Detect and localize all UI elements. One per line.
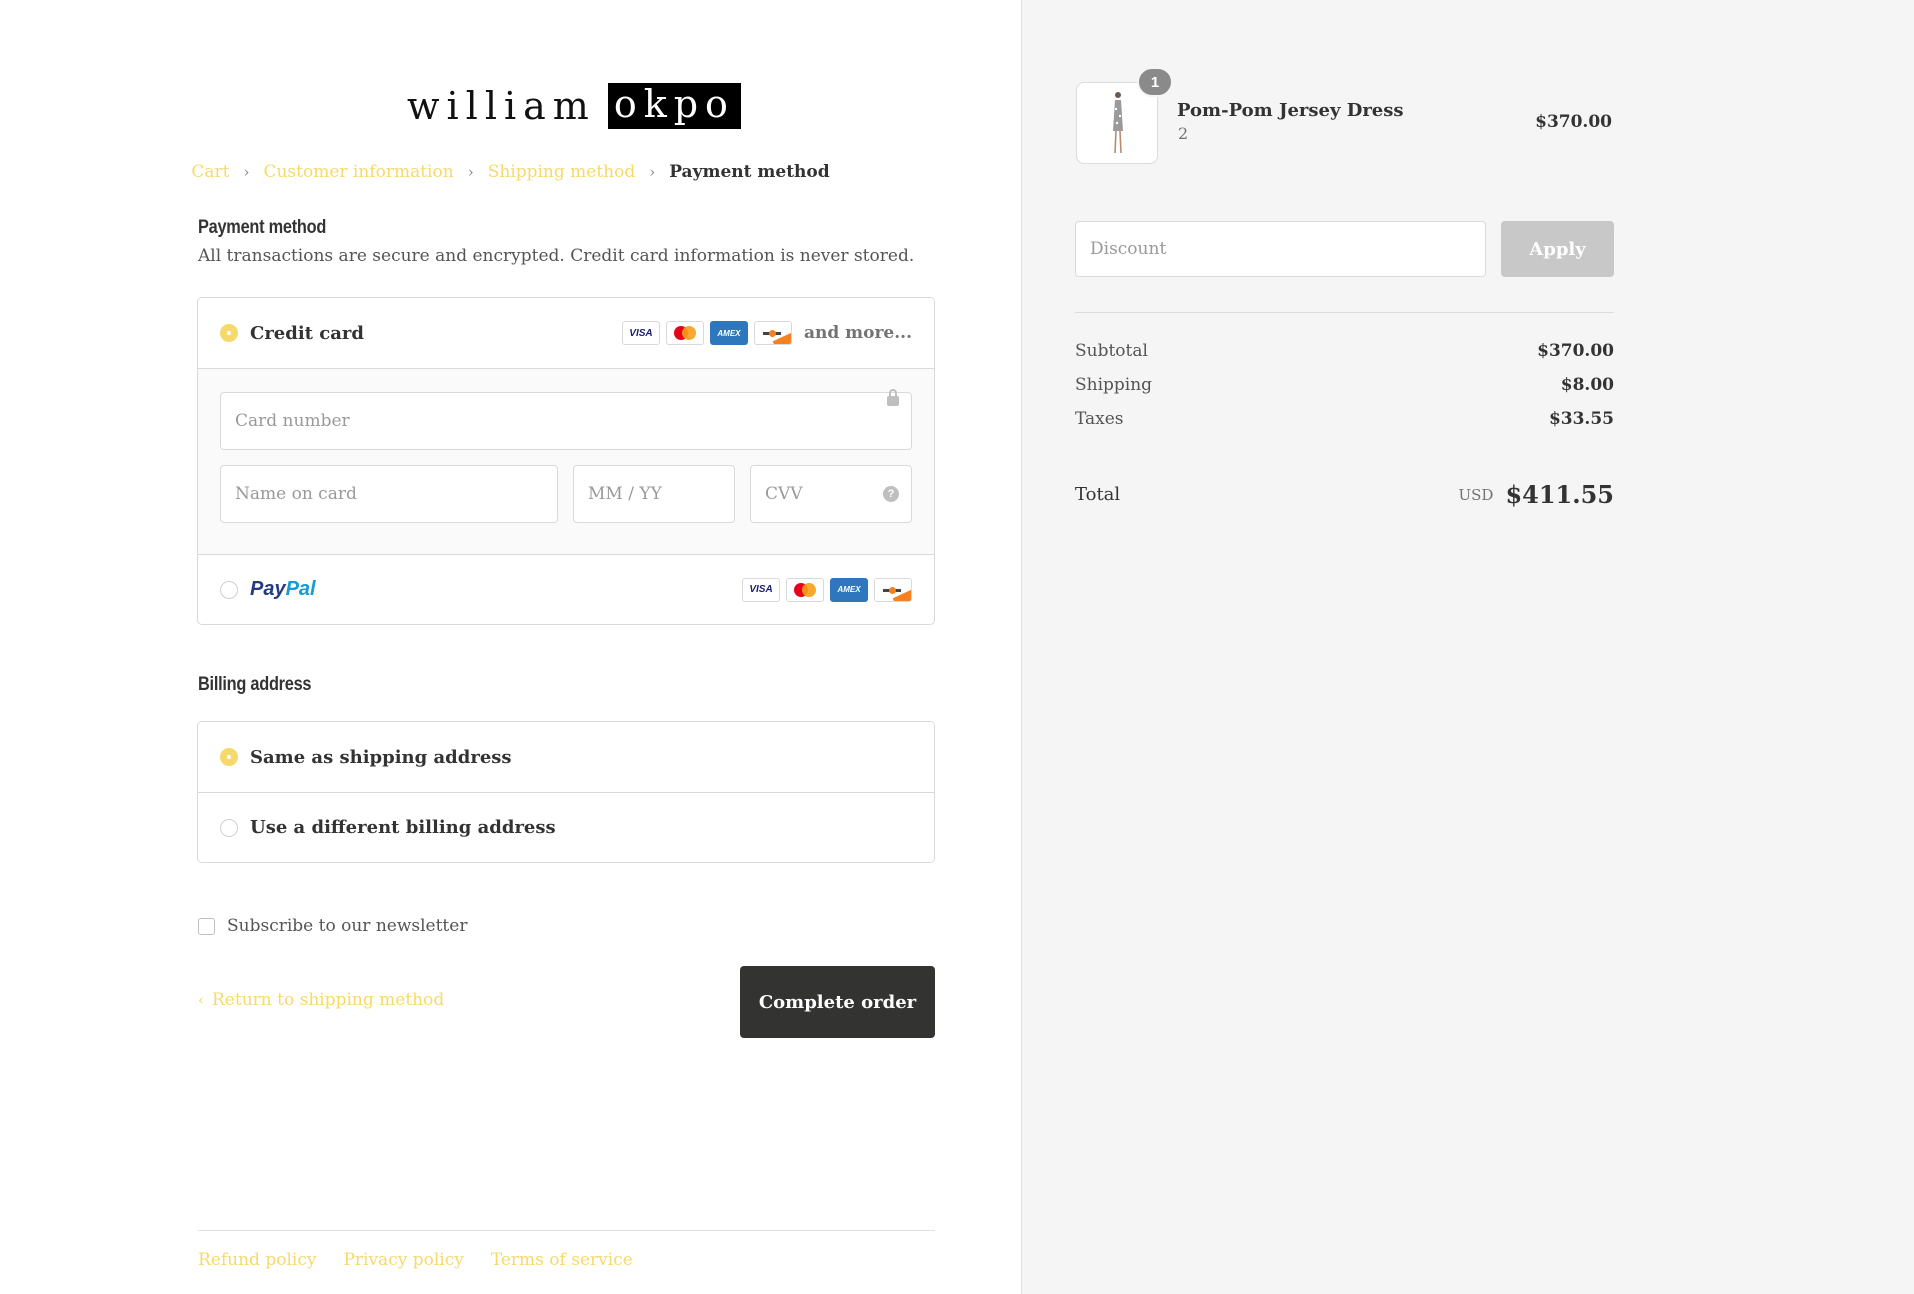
logo-word-okpo: okpo — [607, 83, 741, 129]
shipping-row: Shipping $8.00 — [1075, 375, 1614, 395]
and-more-label: and more... — [803, 323, 912, 343]
visa-icon: VISA — [742, 577, 780, 602]
currency-code: USD — [1458, 485, 1494, 504]
order-summary — [1021, 0, 1914, 1294]
cvv-placeholder: CVV — [765, 484, 803, 504]
discover-icon — [874, 577, 912, 602]
breadcrumb-cart[interactable]: Cart — [191, 162, 229, 182]
different-address-option[interactable]: Use a different billing address — [198, 792, 934, 862]
billing-address-heading: Billing address — [198, 674, 312, 695]
subtotal-row: Subtotal $370.00 — [1075, 341, 1614, 361]
chevron-left-icon: ‹ — [198, 991, 204, 1009]
summary-divider — [1075, 312, 1614, 313]
shipping-value: $8.00 — [1560, 375, 1614, 395]
taxes-value: $33.55 — [1548, 409, 1614, 429]
complete-order-button[interactable]: Complete order — [740, 966, 935, 1038]
newsletter-label: Subscribe to our newsletter — [227, 916, 468, 936]
credit-card-radio[interactable] — [220, 324, 238, 342]
dress-figure-image — [1113, 92, 1123, 154]
chevron-right-icon: › — [243, 163, 250, 181]
brand-logo[interactable]: william okpo — [407, 83, 741, 129]
credit-card-option[interactable]: Credit card VISA AMEX and more... — [198, 298, 934, 368]
newsletter-checkbox[interactable] — [198, 917, 215, 935]
breadcrumb-shipping-method[interactable]: Shipping method — [488, 162, 636, 182]
visa-icon: VISA — [621, 321, 660, 345]
payment-security-note: All transactions are secure and encrypte… — [198, 246, 915, 266]
product-price: $370.00 — [1535, 112, 1612, 132]
accepted-cards: VISA AMEX and more... — [621, 321, 912, 345]
discount-input[interactable]: Discount — [1075, 221, 1486, 277]
card-number-placeholder: Card number — [235, 411, 350, 431]
amex-icon: AMEX — [830, 577, 868, 602]
breadcrumb: Cart › Customer information › Shipping m… — [0, 162, 1021, 182]
card-number-field[interactable]: Card number — [220, 389, 912, 450]
billing-options: Same as shipping address Use a different… — [197, 721, 935, 863]
privacy-policy-link[interactable]: Privacy policy — [343, 1250, 463, 1270]
credit-card-fields: Card number Name on card MM / YY CVV ? — [198, 368, 934, 554]
lock-icon — [887, 389, 899, 406]
same-address-label: Same as shipping address — [250, 746, 512, 768]
credit-card-label: Credit card — [250, 322, 364, 344]
different-address-label: Use a different billing address — [250, 817, 556, 838]
taxes-label: Taxes — [1075, 409, 1124, 429]
mastercard-icon — [665, 321, 704, 345]
same-address-option[interactable]: Same as shipping address — [198, 722, 934, 792]
newsletter-option[interactable]: Subscribe to our newsletter — [198, 916, 467, 936]
different-address-radio[interactable] — [220, 818, 238, 837]
terms-of-service-link[interactable]: Terms of service — [491, 1250, 633, 1270]
expiry-field[interactable]: MM / YY — [573, 465, 735, 523]
footer-links: Refund policy Privacy policy Terms of se… — [198, 1250, 633, 1270]
checkout-main: william okpo Cart › Customer information… — [0, 0, 1021, 1294]
paypal-logo: PayPal — [250, 578, 316, 600]
taxes-row: Taxes $33.55 — [1075, 409, 1614, 429]
logo-word-william: william — [407, 84, 596, 128]
paypal-accepted-cards: VISA AMEX — [742, 577, 912, 602]
payment-method-heading: Payment method — [198, 217, 327, 238]
discount-placeholder: Discount — [1090, 239, 1167, 259]
product-name: Pom-Pom Jersey Dress — [1177, 100, 1404, 121]
name-on-card-field[interactable]: Name on card — [220, 465, 558, 523]
payment-options: Credit card VISA AMEX and more... Card n… — [197, 297, 935, 625]
help-icon[interactable]: ? — [883, 486, 899, 502]
chevron-right-icon: › — [467, 163, 474, 181]
footer-divider — [198, 1230, 935, 1231]
paypal-radio[interactable] — [220, 580, 238, 599]
chevron-right-icon: › — [649, 163, 656, 181]
total-row: Total USD $411.55 — [1075, 480, 1614, 509]
amex-icon: AMEX — [709, 321, 748, 345]
name-on-card-placeholder: Name on card — [235, 484, 357, 504]
return-link-label: Return to shipping method — [212, 990, 445, 1010]
breadcrumb-payment-method: Payment method — [669, 162, 830, 182]
return-to-shipping-link[interactable]: ‹ Return to shipping method — [198, 990, 444, 1010]
refund-policy-link[interactable]: Refund policy — [198, 1250, 316, 1270]
quantity-badge: 1 — [1137, 67, 1173, 97]
product-variant: 2 — [1178, 124, 1189, 143]
cvv-field[interactable]: CVV ? — [750, 465, 912, 523]
total-label: Total — [1075, 484, 1121, 505]
apply-discount-button[interactable]: Apply — [1501, 221, 1614, 277]
paypal-option[interactable]: PayPal VISA AMEX — [198, 554, 934, 624]
total-value: $411.55 — [1505, 480, 1614, 509]
mastercard-icon — [786, 577, 824, 602]
subtotal-label: Subtotal — [1075, 341, 1148, 361]
shipping-label: Shipping — [1075, 375, 1153, 395]
same-address-radio[interactable] — [220, 748, 238, 766]
subtotal-value: $370.00 — [1537, 341, 1614, 361]
breadcrumb-customer-information[interactable]: Customer information — [263, 162, 453, 182]
discover-icon — [753, 321, 792, 345]
expiry-placeholder: MM / YY — [588, 484, 662, 504]
